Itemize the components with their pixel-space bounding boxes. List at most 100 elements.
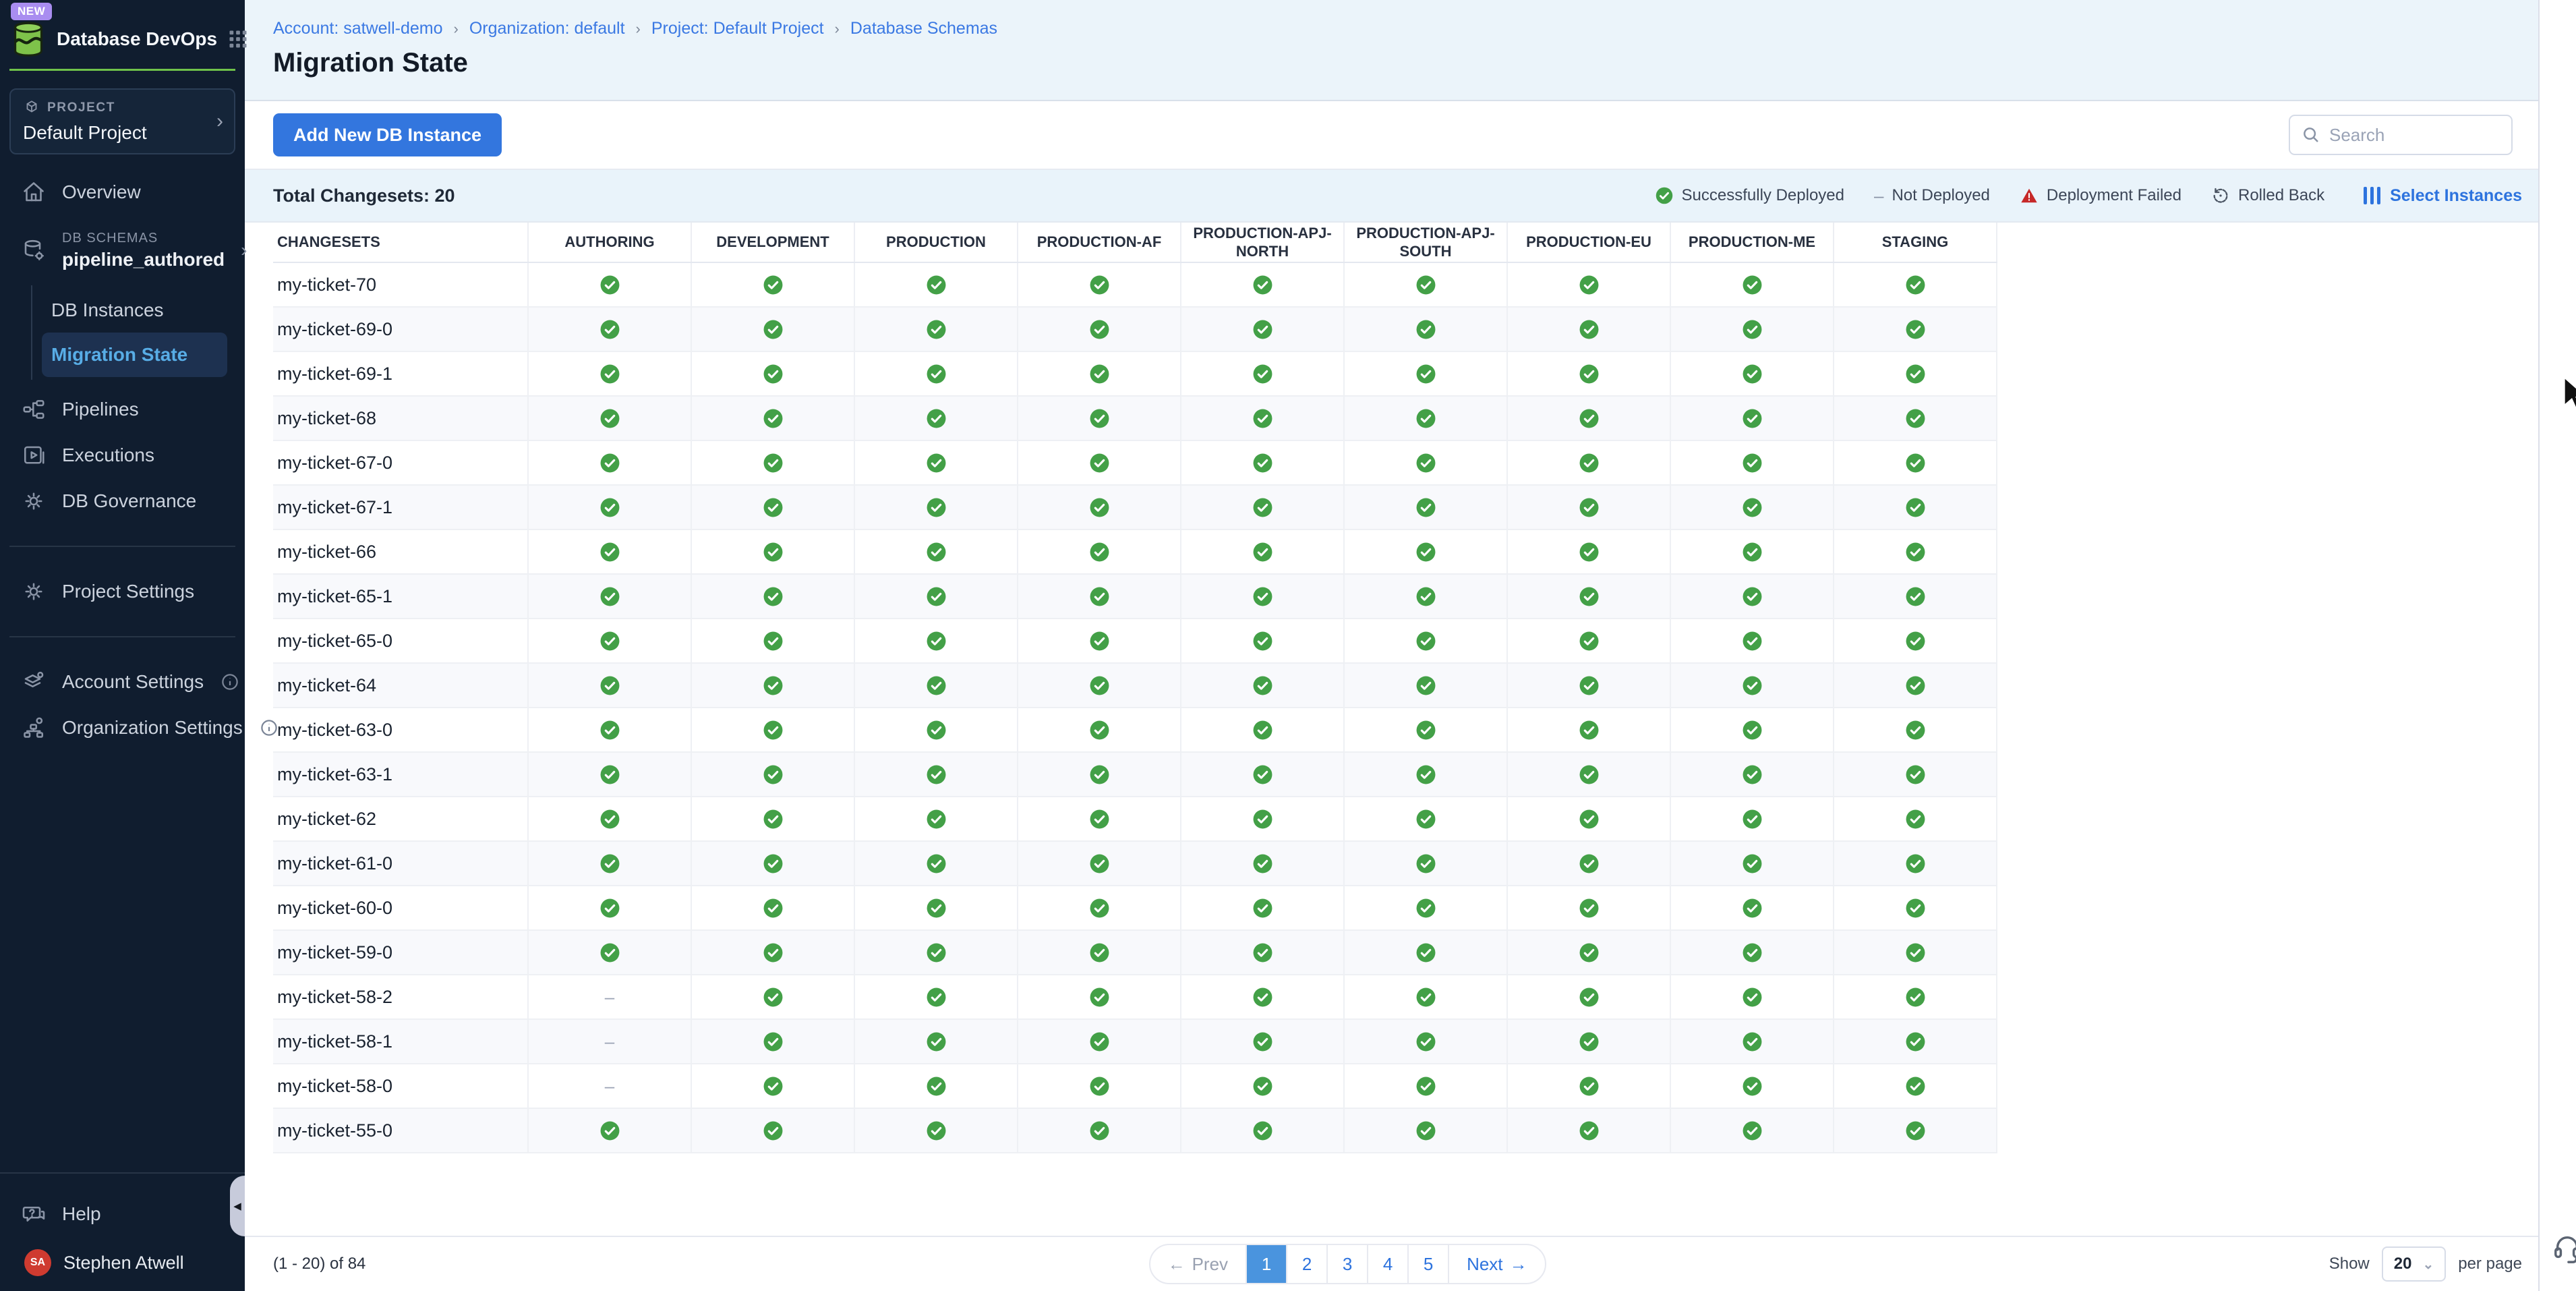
status-success-icon [528,1108,691,1153]
status-success-icon [691,485,854,529]
schemas-text: DB SCHEMAS pipeline_authored [62,231,225,270]
select-instances-label: Select Instances [2390,186,2522,206]
page-button-5[interactable]: 5 [1407,1245,1448,1283]
breadcrumb-link[interactable]: Organization: default [469,19,625,38]
status-success-icon [854,574,1018,619]
table-row: my-ticket-61-0 [273,841,1997,886]
search-input[interactable] [2289,115,2513,155]
status-success-icon [528,529,691,574]
page-button-1[interactable]: 1 [1246,1245,1286,1283]
status-success-icon [528,307,691,351]
page-button-3[interactable]: 3 [1326,1245,1367,1283]
status-success-icon [854,752,1018,797]
sidebar-item-pipelines[interactable]: Pipelines [0,386,245,432]
status-success-icon [1507,574,1670,619]
page-button-4[interactable]: 4 [1367,1245,1407,1283]
search-icon [2301,125,2321,145]
select-instances-link[interactable]: Select Instances [2364,186,2522,206]
status-success-icon [854,663,1018,708]
info-icon[interactable] [220,672,240,692]
legend-label: Successfully Deployed [1682,186,1844,205]
arrow-left-icon: ← [1168,1254,1185,1275]
apps-grid-icon[interactable] [228,29,248,49]
page-size-select[interactable]: 20 ⌄ [2382,1246,2446,1282]
status-success-icon [1834,708,1997,752]
status-success-icon [1018,708,1181,752]
status-success-icon [691,1108,854,1153]
status-success-icon [1018,930,1181,975]
project-selector[interactable]: PROJECT Default Project › [9,88,235,154]
status-success-icon [1344,1019,1507,1064]
table-row: my-ticket-59-0 [273,930,1997,975]
next-page-button[interactable]: Next → [1448,1245,1544,1283]
breadcrumb: Account: satwell-demo›Organization: defa… [273,19,2538,38]
search-wrap [2289,115,2513,155]
status-success-icon [1344,1108,1507,1153]
column-header: CHANGESETS [273,223,528,262]
status-success-icon [1181,975,1344,1019]
support-headset-icon[interactable] [2552,1233,2576,1264]
status-success-icon [528,886,691,930]
sidebar-collapse-handle[interactable]: ◀ [230,1176,245,1236]
status-success-icon [1018,975,1181,1019]
status-success-icon [1181,841,1344,886]
status-success-icon [528,351,691,396]
sidebar-item-db-instances[interactable]: DB Instances [32,288,227,333]
breadcrumb-link[interactable]: Project: Default Project [651,19,824,38]
status-success-icon [854,886,1018,930]
status-not-deployed: – [528,1064,691,1108]
divider [9,546,235,547]
status-success-icon [528,440,691,485]
sidebar-item-db-governance[interactable]: DB Governance [0,478,245,524]
sidebar-item-executions[interactable]: Executions [0,432,245,478]
status-success-icon [1507,797,1670,841]
gear-icon [22,489,46,513]
breadcrumb-link[interactable]: Database Schemas [850,19,997,38]
sidebar-item-overview[interactable]: Overview [0,169,245,215]
changeset-name: my-ticket-55-0 [273,1108,528,1153]
status-success-icon [1018,752,1181,797]
table-header-row: CHANGESETSAUTHORINGDEVELOPMENTPRODUCTION… [273,223,1997,262]
status-success-icon [1344,708,1507,752]
columns-icon [2364,187,2380,204]
status-success-icon [691,752,854,797]
status-success-icon [1834,396,1997,440]
sidebar-item-help[interactable]: Help [0,1191,245,1237]
sidebar-item-db-schemas[interactable]: DB SCHEMAS pipeline_authored › [0,215,245,285]
status-success-icon [1181,307,1344,351]
play-box-icon [22,443,46,467]
status-success-icon [1344,574,1507,619]
sidebar-item-project-settings[interactable]: Project Settings [0,569,245,614]
page-button-2[interactable]: 2 [1286,1245,1326,1283]
status-success-icon [691,797,854,841]
status-success-icon [528,485,691,529]
prev-page-button[interactable]: ← Prev [1150,1245,1246,1283]
status-success-icon [854,975,1018,1019]
project-label: PROJECT [47,101,115,115]
page-title: Migration State [273,48,2538,78]
status-success-icon [1670,663,1834,708]
status-success-icon [1344,396,1507,440]
status-success-icon [854,619,1018,663]
sidebar-item-account-settings[interactable]: Account Settings [0,659,245,705]
user-menu[interactable]: SA Stephen Atwell [0,1237,245,1291]
status-success-icon [1670,708,1834,752]
chevron-right-icon: › [241,239,247,261]
status-success-icon [1834,307,1997,351]
sidebar-item-label: Project Settings [62,581,194,602]
changeset-name: my-ticket-63-0 [273,708,528,752]
info-icon[interactable] [259,718,279,738]
status-success-icon [1018,886,1181,930]
table-row: my-ticket-58-2– [273,975,1997,1019]
sidebar-item-organization-settings[interactable]: Organization Settings [0,705,245,751]
status-success-icon [1018,797,1181,841]
status-success-icon [1181,396,1344,440]
total-changesets: Total Changesets: 20 [273,185,455,206]
status-success-icon [854,797,1018,841]
status-success-icon [1181,351,1344,396]
status-success-icon [1834,841,1997,886]
breadcrumb-link[interactable]: Account: satwell-demo [273,19,443,38]
sidebar-item-migration-state[interactable]: Migration State [42,333,227,377]
status-success-icon [528,930,691,975]
add-db-instance-button[interactable]: Add New DB Instance [273,113,502,156]
